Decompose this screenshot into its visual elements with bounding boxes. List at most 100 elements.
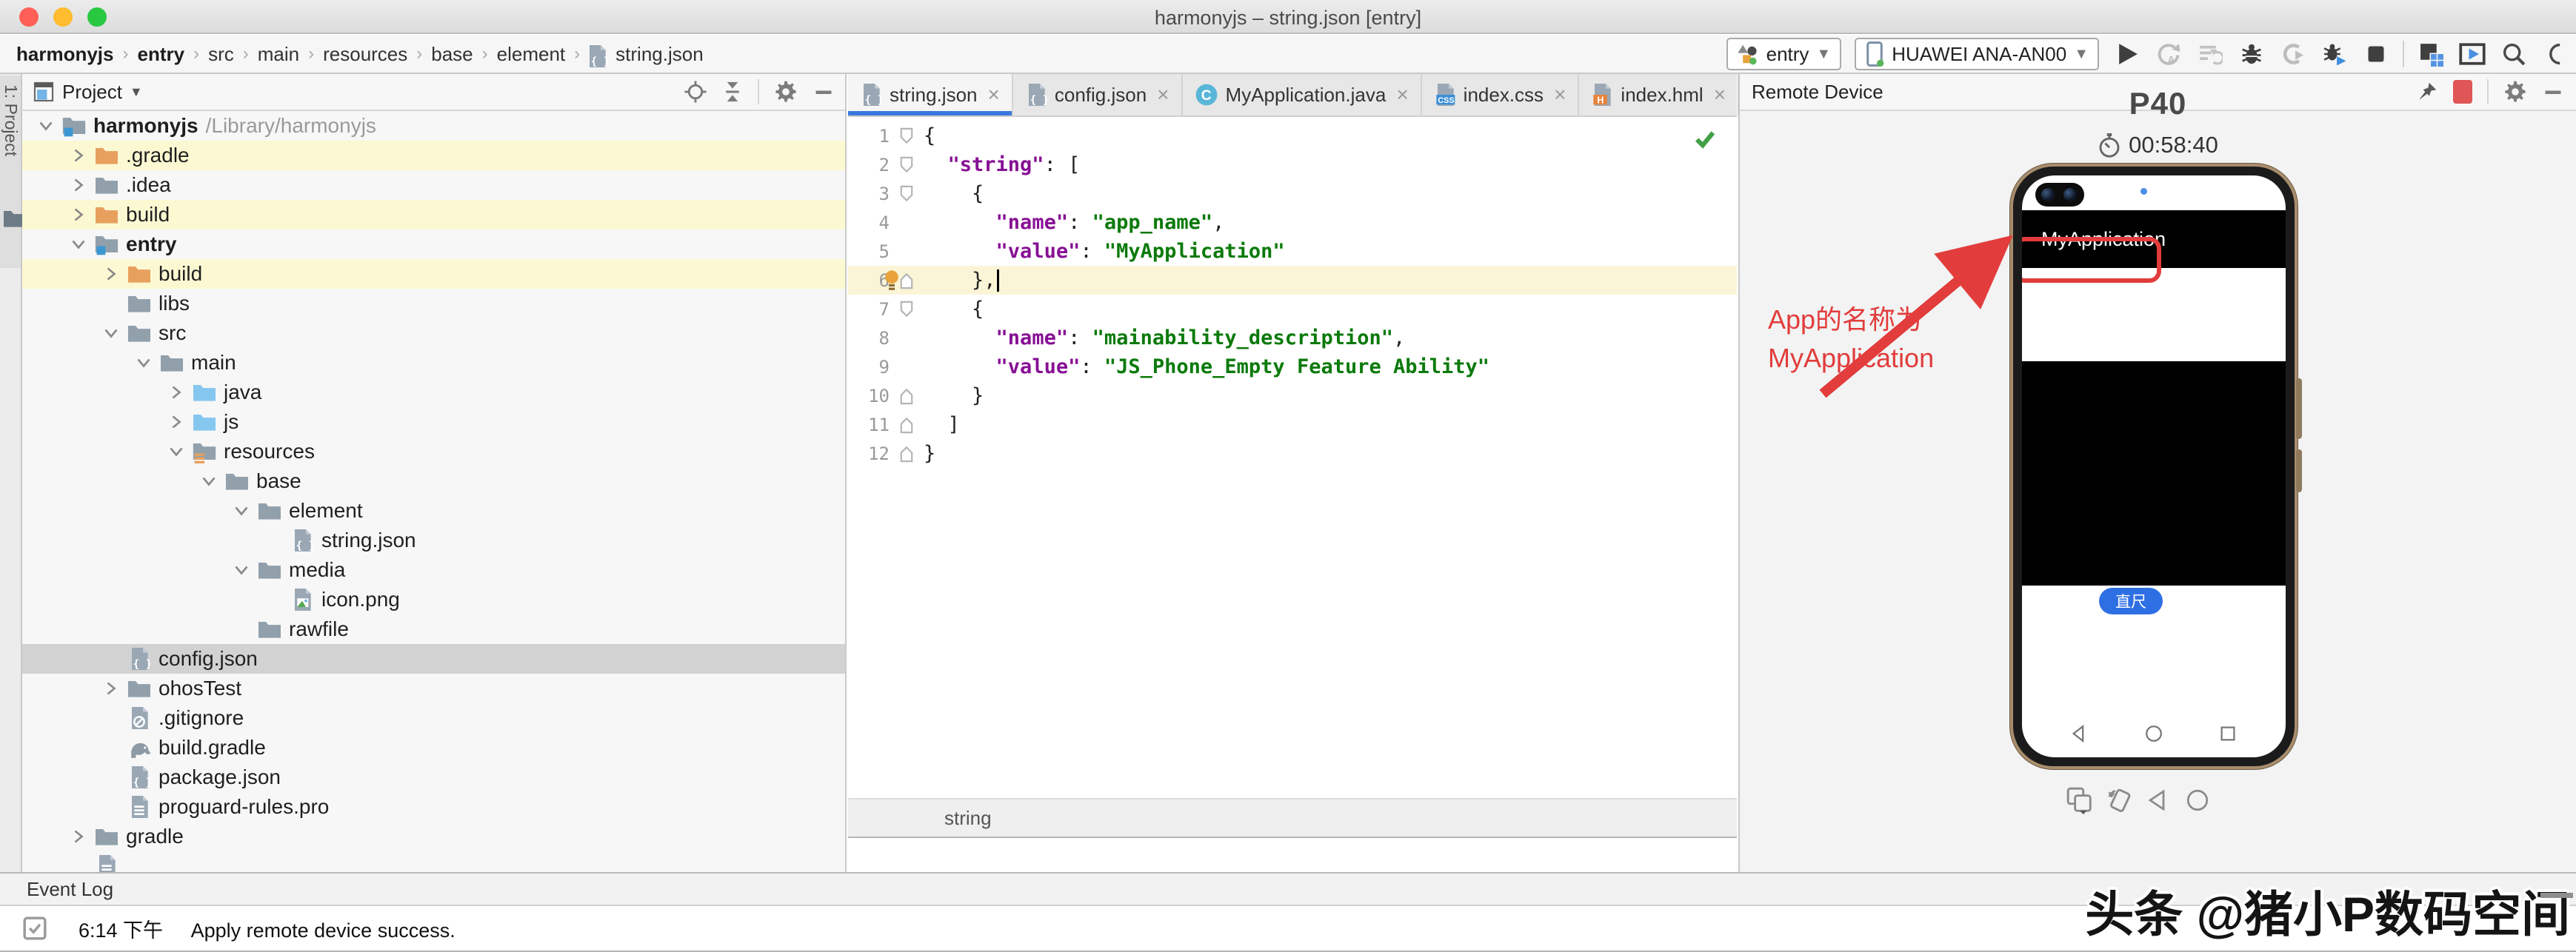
apply-changes-button[interactable]: A [2154,39,2183,69]
code-line-8[interactable]: 8 "name": "mainability_description", [848,324,1737,352]
chevron-down-icon[interactable] [65,235,92,253]
tab-index.hml[interactable]: Hindex.hml× [1579,74,1739,115]
close-tab-icon[interactable]: × [1396,83,1408,107]
breadcrumb-item-entry[interactable]: entry [135,43,188,66]
breadcrumb-item-element[interactable]: element [494,43,569,66]
chevron-down-icon[interactable] [163,443,190,460]
tree-item-java[interactable]: java [22,378,845,407]
fold-marker-icon[interactable] [890,444,924,463]
tree-item-libs[interactable]: libs [22,289,845,318]
fold-marker-icon[interactable] [890,300,924,319]
breadcrumb-item-src[interactable]: src [205,43,237,66]
project-view-selector[interactable]: Project [62,81,122,104]
tree-item-harmonyjs[interactable]: harmonyjs/Library/harmonyjs [22,111,845,141]
chevron-right-icon[interactable] [98,680,124,697]
code-line-9[interactable]: 9 "value": "JS_Phone_Empty Feature Abili… [848,352,1737,381]
tab-config.json[interactable]: { }config.json× [1013,74,1183,115]
breadcrumb-item-base[interactable]: base [428,43,476,66]
tree-item-.gradle[interactable]: .gradle [22,141,845,170]
code-line-6[interactable]: 6 }, [848,266,1737,295]
rotate-button[interactable] [2106,786,2134,814]
chevron-down-icon[interactable] [33,117,59,135]
capture-button[interactable] [2066,786,2094,814]
breadcrumb-item-string.json[interactable]: string.json [613,43,707,66]
tree-item-gradle[interactable]: gradle [22,822,845,851]
close-tab-icon[interactable]: × [1554,83,1566,107]
tab-MyApplication.java[interactable]: CMyApplication.java× [1183,74,1422,115]
coverage-button[interactable] [2278,39,2308,69]
profiler-button[interactable] [2416,39,2446,69]
breadcrumb-item-main[interactable]: main [255,43,302,66]
project-toolwindow-button[interactable]: 1: Project [0,76,21,268]
tree-item-entry[interactable]: entry [22,229,845,259]
chevron-right-icon[interactable] [163,383,190,401]
tree-item-string.json[interactable]: { }string.json [22,526,845,555]
chevron-down-icon[interactable]: ▼ [130,84,143,100]
fold-marker-icon[interactable] [890,184,924,204]
module-selector[interactable]: entry ▼ [1726,38,1842,70]
fold-marker-icon[interactable] [890,155,924,175]
editor-breadcrumb-bar[interactable]: string [848,798,1737,838]
tab-index.css[interactable]: CSSindex.css× [1422,74,1580,115]
phone-screen[interactable]: MyApplication 直尺 [2022,175,2286,757]
ruler-button[interactable]: 直尺 [2099,588,2163,614]
tree-item-config.json[interactable]: { }config.json [22,644,845,674]
fold-marker-icon[interactable] [890,127,924,146]
intention-bulb-icon[interactable] [882,269,901,296]
collapse-all-button[interactable] [722,80,743,104]
code-line-12[interactable]: 12} [848,439,1737,468]
chevron-down-icon[interactable] [228,561,255,579]
run-tool-window-button[interactable] [2457,39,2487,69]
close-tab-icon[interactable]: × [988,83,1000,107]
nav-back-button[interactable] [2069,723,2090,744]
tree-item-media[interactable]: media [22,555,845,585]
reload-classes-button[interactable] [2195,39,2225,69]
code-line-5[interactable]: 5 "value": "MyApplication" [848,237,1737,266]
tree-item-build.gradle[interactable]: build.gradle [22,733,845,762]
tree-item-base[interactable]: base [22,466,845,496]
run-button[interactable] [2112,39,2142,69]
fold-marker-icon[interactable] [890,386,924,406]
tree-item-main[interactable]: main [22,348,845,378]
tree-item-js[interactable]: js [22,407,845,437]
tree-item-resources[interactable]: resources [22,437,845,466]
nav-recent-button[interactable] [2218,723,2238,744]
tree-item-.gitignore[interactable]: .gitignore [22,703,845,733]
code-line-2[interactable]: 2 "string": [ [848,150,1737,179]
stop-button[interactable] [2361,39,2391,69]
code-line-1[interactable]: 1{ [848,121,1737,150]
chevron-down-icon[interactable] [130,354,157,372]
code-editor[interactable]: 1{2 "string": [3 {4 "name": "app_name",5… [848,117,1737,798]
event-check-icon[interactable] [21,914,49,942]
chevron-down-icon[interactable] [98,324,124,342]
code-line-11[interactable]: 11 ] [848,410,1737,439]
chevron-right-icon[interactable] [163,413,190,431]
close-tab-icon[interactable]: × [1714,83,1726,107]
breadcrumb-item-harmonyjs[interactable]: harmonyjs [13,43,117,66]
tree-item-rawfile[interactable]: rawfile [22,614,845,644]
debug-button[interactable] [2237,39,2266,69]
clipped-button[interactable] [2540,39,2570,69]
device-selector[interactable]: HUAWEI ANA-AN00 ▼ [1855,38,2099,70]
tree-item-ohosTest[interactable]: ohosTest [22,674,845,703]
fold-marker-icon[interactable] [890,415,924,435]
chevron-right-icon[interactable] [65,147,92,164]
tree-item-clipped[interactable] [22,851,845,872]
attach-debugger-button[interactable] [2320,39,2349,69]
breadcrumb-item-resources[interactable]: resources [320,43,410,66]
tree-item-package.json[interactable]: { }package.json [22,762,845,792]
tab-string.json[interactable]: { }string.json× [848,74,1013,115]
search-everywhere-button[interactable] [2499,39,2529,69]
triangle-ctl-button[interactable] [2146,787,2172,814]
locate-button[interactable] [684,80,707,104]
tree-item-src[interactable]: src [22,318,845,348]
chevron-right-icon[interactable] [65,176,92,194]
nav-home-button[interactable] [2143,723,2164,744]
minimize-button[interactable] [812,81,835,103]
close-tab-icon[interactable]: × [1157,83,1169,107]
chevron-down-icon[interactable] [228,502,255,520]
circle-ctl-button[interactable] [2184,787,2211,814]
tree-item-build[interactable]: build [22,259,845,289]
tree-item-element[interactable]: element [22,496,845,526]
tree-item-.idea[interactable]: .idea [22,170,845,200]
